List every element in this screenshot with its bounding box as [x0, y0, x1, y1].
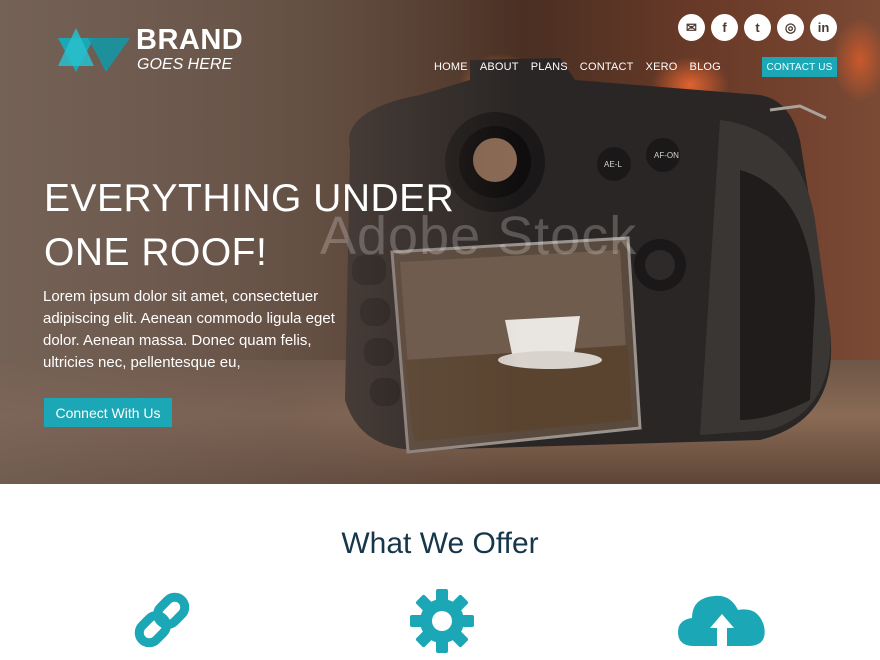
hero-headline: EVERYTHING UNDER ONE ROOF!: [44, 172, 464, 280]
email-icon[interactable]: ✉: [678, 14, 705, 41]
brand-name[interactable]: BRAND: [136, 24, 243, 57]
twitter-icon[interactable]: t: [744, 14, 771, 41]
svg-text:AF-ON: AF-ON: [654, 151, 679, 160]
brand-tagline: GOES HERE: [137, 56, 233, 73]
gear-icon: [410, 589, 474, 653]
hero-headline-line1: EVERYTHING UNDER: [44, 177, 455, 220]
hero-headline-line2: ONE ROOF!: [44, 231, 268, 274]
main-nav: HOME ABOUT PLANS CONTACT XERO BLOG: [434, 61, 733, 73]
nav-item-xero[interactable]: XERO: [646, 61, 678, 73]
instagram-icon[interactable]: ◎: [777, 14, 804, 41]
nav-item-blog[interactable]: BLOG: [690, 61, 721, 73]
nav-item-plans[interactable]: PLANS: [531, 61, 568, 73]
offer-title: What We Offer: [341, 527, 539, 560]
linkedin-icon[interactable]: in: [810, 14, 837, 41]
nav-item-home[interactable]: HOME: [434, 61, 468, 73]
nav-item-contact[interactable]: CONTACT: [580, 61, 634, 73]
facebook-icon[interactable]: f: [711, 14, 738, 41]
nav-item-about[interactable]: ABOUT: [480, 61, 519, 73]
hero-body-text: Lorem ipsum dolor sit amet, consectetuer…: [43, 288, 335, 371]
cloud-upload-icon: [678, 595, 765, 646]
contact-us-button[interactable]: CONTACT US: [762, 57, 837, 77]
connect-button[interactable]: Connect With Us: [44, 398, 172, 427]
hero-section: AE-L AF-ON Adobe Stock BRAND GOES HERE ✉…: [0, 0, 880, 484]
svg-text:AE-L: AE-L: [604, 160, 622, 169]
link-icon: [134, 592, 190, 648]
